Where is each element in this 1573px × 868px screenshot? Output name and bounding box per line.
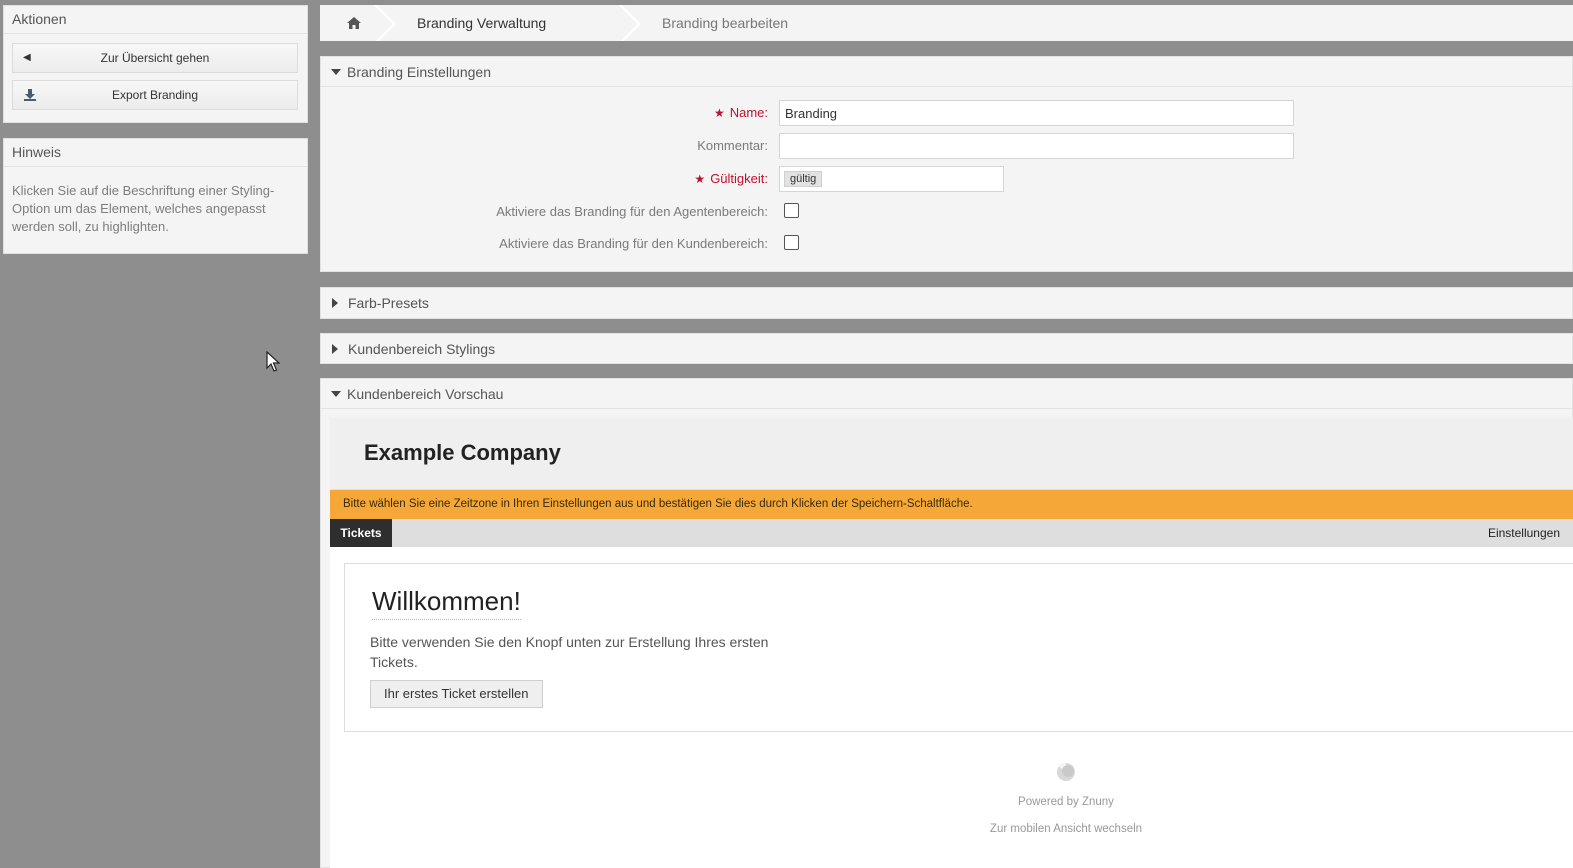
actions-box: Aktionen ◀ Zur Übersicht gehen Export Br… [3,5,308,123]
download-icon [23,81,37,114]
collapse-triangle-icon [331,390,341,397]
preview-welcome-title: Willkommen! [372,586,521,620]
breadcrumb-separator [370,5,390,41]
name-input[interactable] [779,100,1294,126]
go-to-overview-label: Zur Übersicht gehen [100,51,210,65]
settings-panel: Branding Einstellungen ★Name: Kommentar:… [320,56,1573,272]
customer-preview-title: Kundenbereich Vorschau [347,385,504,402]
preview-mobile-view-link[interactable]: Zur mobilen Ansicht wechseln [330,823,1573,835]
customer-stylings-title: Kundenbereich Stylings [348,341,496,357]
hint-title: Hinweis [4,139,307,167]
agent-branding-label[interactable]: Aktiviere das Branding für den Agentenbe… [496,204,768,219]
hint-box: Hinweis Klicken Sie auf die Beschriftung… [3,138,308,254]
breadcrumb-separator [615,5,635,41]
preview-company-name[interactable]: Example Company [364,440,561,466]
hint-text: Klicken Sie auf die Beschriftung einer S… [12,183,275,234]
mouse-pointer-icon [266,351,280,372]
breadcrumb-branding-bearbeiten: Branding bearbeiten [633,5,788,41]
customer-preview-header[interactable]: Kundenbereich Vorschau [321,379,1572,409]
preview-navbar: Tickets Einstellungen [330,519,1573,547]
sidebar: Aktionen ◀ Zur Übersicht gehen Export Br… [3,5,308,254]
actions-title: Aktionen [4,6,307,34]
agent-branding-row: Aktiviere das Branding für den Agentenbe… [321,199,1573,225]
expand-triangle-icon [332,298,338,308]
required-star-icon: ★ [713,106,725,120]
expand-triangle-icon [332,344,338,354]
customer-preview-panel: Kundenbereich Vorschau Example Company B… [320,378,1573,868]
comment-label[interactable]: Kommentar: [697,138,768,153]
preview-settings-link[interactable]: Einstellungen [1488,519,1560,547]
customer-stylings-header[interactable]: Kundenbereich Stylings [321,334,1572,364]
preview-welcome-text: Bitte verwenden Sie den Knopf unten zur … [370,634,769,670]
export-branding-label: Export Branding [111,88,199,102]
caret-left-icon: ◀ [23,52,31,63]
znuny-logo-icon [1057,762,1075,781]
breadcrumb-home[interactable] [320,5,388,41]
name-label[interactable]: ★ Name: [714,105,768,120]
customer-branding-checkbox[interactable] [784,235,799,250]
customer-branding-label[interactable]: Aktiviere das Branding für den Kundenber… [499,236,768,251]
breadcrumb-label: Branding Verwaltung [417,15,547,31]
export-branding-button[interactable]: Export Branding [12,80,298,110]
color-presets-title: Farb-Presets [348,295,429,311]
preview-tab-tickets[interactable]: Tickets [330,519,392,547]
validity-row: ★ Gültigkeit: gültig [321,166,1573,192]
required-star-icon: ★ [694,172,706,186]
go-to-overview-button[interactable]: ◀ Zur Übersicht gehen [12,43,298,73]
settings-panel-header[interactable]: Branding Einstellungen [321,57,1572,87]
agent-branding-checkbox[interactable] [784,203,799,218]
comment-row: Kommentar: [321,133,1573,159]
collapse-triangle-icon [331,68,341,75]
color-presets-panel: Farb-Presets [320,287,1573,319]
customer-branding-row: Aktiviere das Branding für den Kundenber… [321,231,1573,257]
breadcrumb-branding-verwaltung[interactable]: Branding Verwaltung [388,5,633,41]
name-row: ★ Name: [321,100,1573,126]
settings-panel-title: Branding Einstellungen [347,63,491,80]
color-presets-header[interactable]: Farb-Presets [321,288,1572,318]
breadcrumb-label: Branding bearbeiten [662,15,789,31]
preview-powered-by: Powered by Znuny [1018,796,1114,808]
comment-input[interactable] [779,133,1294,159]
breadcrumb: Branding Verwaltung Branding bearbeiten [320,5,1573,41]
customer-stylings-panel: Kundenbereich Stylings [320,333,1573,364]
validity-select[interactable]: gültig [779,166,1004,192]
customer-preview: Example Company Bitte wählen Sie eine Ze… [330,418,1573,868]
preview-timezone-banner[interactable]: Bitte wählen Sie eine Zeitzone in Ihren … [330,490,1573,519]
main-content: Branding Verwaltung Branding bearbeiten … [320,0,1573,868]
preview-welcome-card: Willkommen! Bitte verwenden Sie den Knop… [344,563,1573,732]
validity-selected-value: gültig [784,171,823,187]
create-first-ticket-button[interactable]: Ihr erstes Ticket erstellen [370,680,543,708]
validity-label[interactable]: ★ Gültigkeit: [694,171,768,186]
